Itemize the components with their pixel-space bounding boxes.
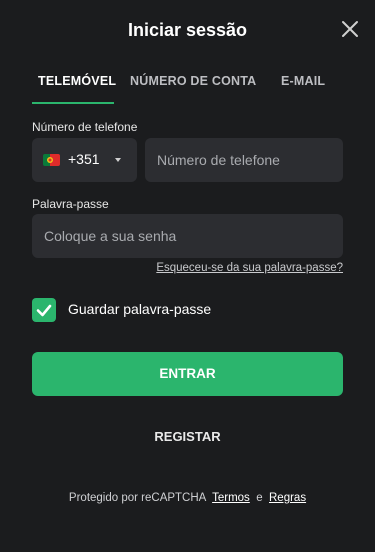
phone-input[interactable] bbox=[145, 138, 343, 182]
password-field[interactable] bbox=[32, 214, 343, 258]
active-tab-indicator bbox=[32, 102, 114, 104]
portugal-flag-icon bbox=[43, 154, 60, 166]
phone-field[interactable] bbox=[145, 138, 343, 182]
password-input[interactable] bbox=[32, 214, 343, 258]
remember-checkbox[interactable] bbox=[32, 298, 56, 322]
password-label: Palavra-passe bbox=[32, 197, 109, 211]
recaptcha-text: Protegido por reCAPTCHA bbox=[68, 492, 206, 504]
register-button[interactable]: REGISTAR bbox=[0, 429, 375, 444]
page-title: Iniciar sessão bbox=[127, 20, 248, 40]
tab-email[interactable]: E-MAIL bbox=[281, 74, 325, 88]
forgot-password-link[interactable]: Esqueceu-se da sua palavra-passe? bbox=[156, 262, 343, 274]
rules-link[interactable]: Regras bbox=[269, 492, 306, 504]
close-icon[interactable] bbox=[339, 18, 361, 40]
tab-account-number[interactable]: NÚMERO DE CONTA bbox=[130, 74, 256, 88]
country-code: +351 bbox=[68, 151, 100, 167]
and-text: e bbox=[256, 492, 263, 504]
tab-phone[interactable]: TELEMÓVEL bbox=[38, 74, 116, 88]
phone-label: Número de telefone bbox=[32, 120, 138, 134]
chevron-down-icon bbox=[115, 158, 121, 162]
country-code-select[interactable]: +351 bbox=[32, 138, 137, 182]
remember-label: Guardar palavra-passe bbox=[68, 301, 212, 317]
login-button[interactable]: ENTRAR bbox=[32, 352, 343, 396]
login-tabs: TELEMÓVEL NÚMERO DE CONTA E-MAIL bbox=[0, 74, 375, 104]
terms-link[interactable]: Termos bbox=[212, 492, 250, 504]
check-icon bbox=[36, 304, 52, 317]
recaptcha-footer: Protegido por reCAPTCHA Termos e Regras bbox=[0, 492, 375, 504]
